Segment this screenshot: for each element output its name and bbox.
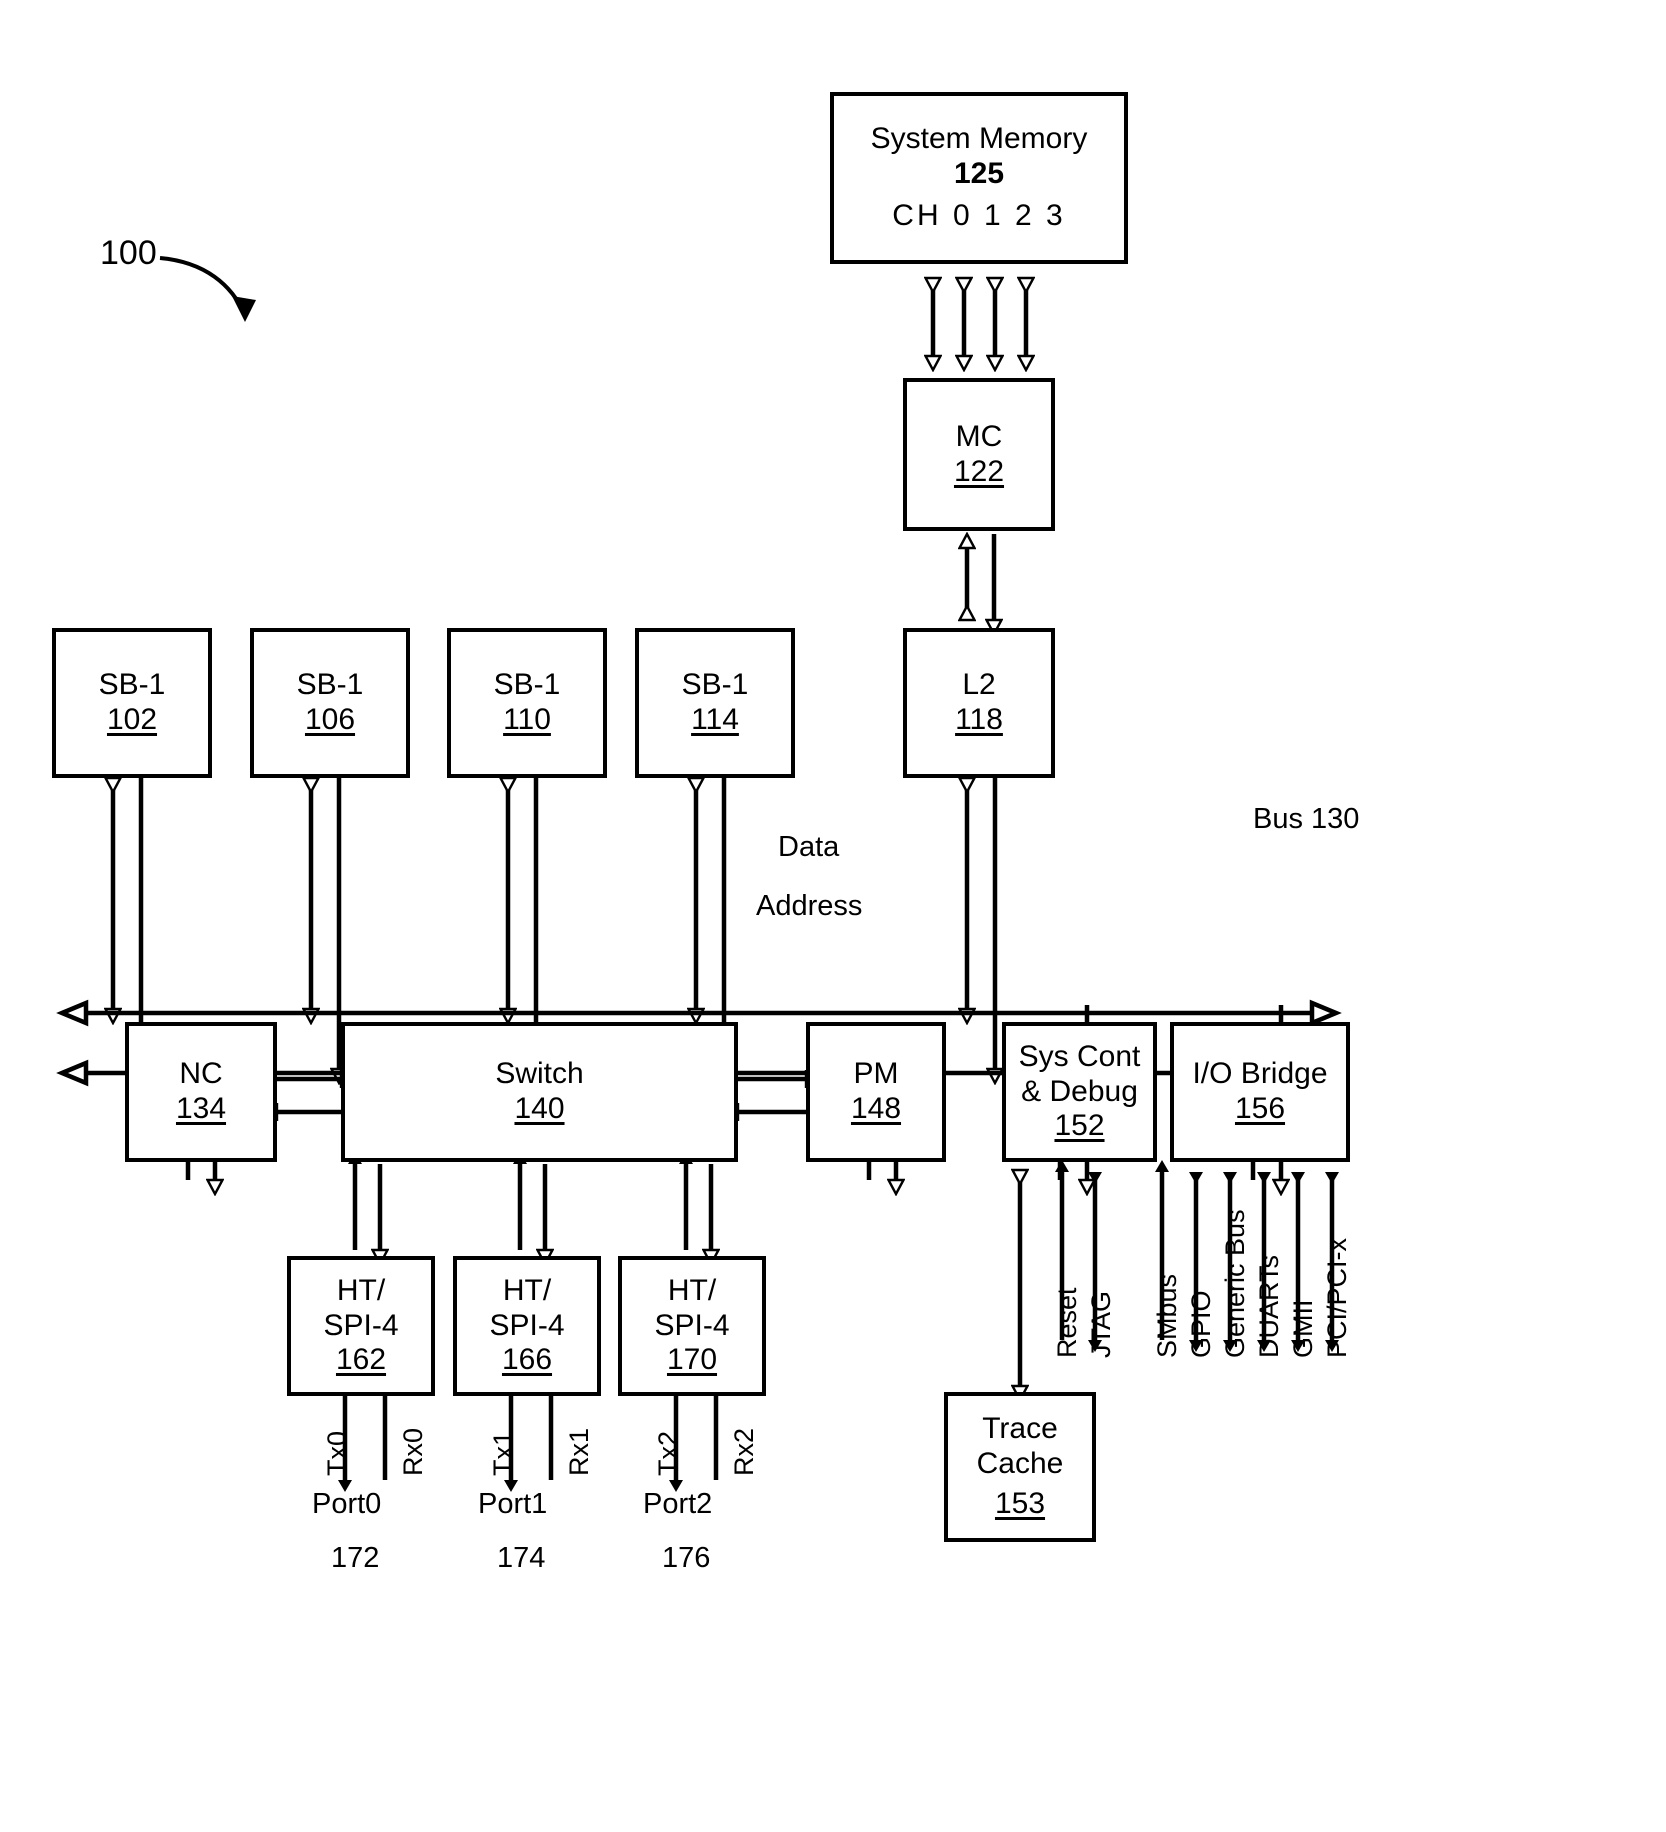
block-system-memory[interactable]: System Memory 125 CH 0 1 2 3 [830,92,1128,264]
sb1-110-number: 110 [503,703,551,736]
signal-jtag-label: JTAG [1086,1291,1116,1358]
block-l2[interactable]: L2 118 [903,628,1055,778]
block-sb1-114[interactable]: SB-1 114 [635,628,795,778]
port0-number: 172 [331,1542,380,1574]
sb1-114-title: SB-1 [681,668,749,702]
block-sys-cont-debug[interactable]: Sys Cont & Debug 152 [1002,1022,1157,1162]
sb1-102-title: SB-1 [98,668,166,702]
port1-rx-label: Rx1 [564,1427,594,1476]
address-bus-label: Address [756,890,863,922]
nc-number: 134 [175,1092,227,1125]
pm-title: PM [853,1057,899,1091]
bus-130-label: Bus 130 [1253,803,1360,835]
nc-title: NC [179,1057,223,1091]
patent-figure-canvas: System Memory 125 CH 0 1 2 3 MC 122 L2 1… [0,0,1666,1832]
ht0-line1: HT/ [336,1273,386,1307]
port1-name: Port1 [478,1488,548,1520]
signal-generic-bus-label: Generic Bus [1220,1209,1250,1358]
system-memory-number: 125 [953,156,1005,190]
ht1-line2: SPI-4 [489,1308,565,1342]
block-pm[interactable]: PM 148 [806,1022,946,1162]
switch-number: 140 [514,1092,565,1125]
block-trace-cache[interactable]: Trace Cache 153 [944,1392,1096,1542]
sys-cont-line2: & Debug [1021,1074,1138,1108]
block-io-bridge[interactable]: I/O Bridge 156 [1170,1022,1350,1162]
block-nc[interactable]: NC 134 [125,1022,277,1162]
sys-cont-line1: Sys Cont [1018,1039,1141,1073]
io-bridge-number: 156 [1234,1092,1286,1125]
signal-gmii-label: GMII [1288,1299,1318,1359]
signal-reset-label: Reset [1052,1287,1082,1358]
switch-title: Switch [495,1057,584,1091]
io-bridge-title: I/O Bridge [1192,1057,1328,1091]
port2-rx-label: Rx2 [729,1427,759,1476]
block-sb1-110[interactable]: SB-1 110 [447,628,607,778]
ht1-number: 166 [501,1343,553,1377]
port0-name: Port0 [312,1488,382,1520]
mc-title: MC [955,419,1003,453]
figure-ref-number: 100 [100,234,157,272]
system-memory-channels: CH 0 1 2 3 [892,199,1066,233]
ht2-number: 170 [666,1343,718,1377]
ht0-line2: SPI-4 [323,1308,399,1342]
trace-cache-line1: Trace [982,1411,1058,1445]
ht0-number: 162 [335,1343,387,1377]
system-memory-title: System Memory [870,121,1088,155]
sb1-106-number: 106 [304,703,356,736]
port2-tx-label: Tx2 [653,1430,683,1476]
trace-cache-line2: Cache [976,1446,1064,1480]
signal-smbus-label: SMbus [1152,1273,1182,1358]
sb1-102-number: 102 [106,703,158,736]
ht2-line1: HT/ [667,1273,717,1307]
block-mc[interactable]: MC 122 [903,378,1055,531]
sb1-114-number: 114 [691,703,739,736]
l2-number: 118 [955,703,1003,736]
trace-cache-number: 153 [994,1487,1046,1521]
block-switch[interactable]: Switch 140 [341,1022,738,1162]
ht2-line2: SPI-4 [654,1308,730,1342]
signal-gpio-label: GPIO [1186,1290,1216,1358]
block-sb1-106[interactable]: SB-1 106 [250,628,410,778]
sys-cont-number: 152 [1054,1109,1105,1143]
signal-pci-label: PCI/PCI-x [1322,1237,1352,1358]
block-sb1-102[interactable]: SB-1 102 [52,628,212,778]
port1-number: 174 [497,1542,546,1574]
mc-number: 122 [953,454,1005,488]
block-ht-spi4-166[interactable]: HT/ SPI-4 166 [453,1256,601,1396]
signal-duarts-label: DUARTs [1254,1254,1284,1358]
port2-number: 176 [662,1542,711,1574]
l2-title: L2 [962,668,996,702]
port2-name: Port2 [643,1488,713,1520]
block-ht-spi4-162[interactable]: HT/ SPI-4 162 [287,1256,435,1396]
ht1-line1: HT/ [502,1273,552,1307]
port1-tx-label: Tx1 [488,1430,518,1476]
block-ht-spi4-170[interactable]: HT/ SPI-4 170 [618,1256,766,1396]
sb1-106-title: SB-1 [296,668,364,702]
port0-tx-label: Tx0 [322,1430,352,1476]
sb1-110-title: SB-1 [493,668,561,702]
data-bus-label: Data [778,831,840,863]
pm-number: 148 [850,1092,902,1125]
port0-rx-label: Rx0 [398,1427,428,1476]
